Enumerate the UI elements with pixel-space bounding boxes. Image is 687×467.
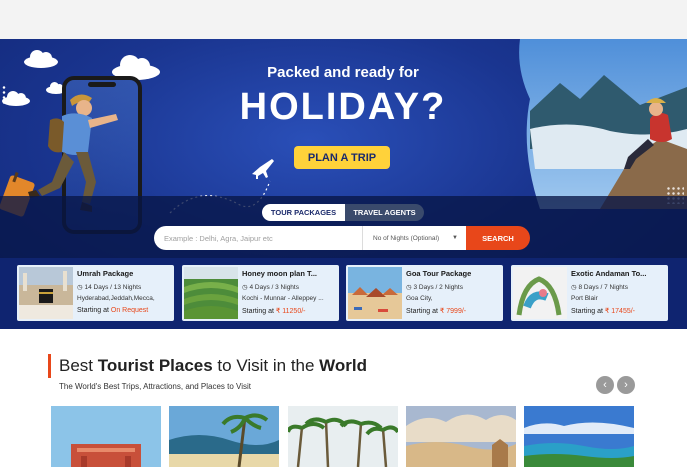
package-duration: ◷ 8 Days / 7 Nights [571, 283, 665, 291]
package-thumbnail [513, 267, 567, 319]
package-duration-text: 8 Days / 7 Nights [578, 284, 628, 291]
package-places: Hyderabad,Jeddah,Mecca, [77, 295, 155, 302]
chevron-left-icon[interactable]: ‹ [596, 376, 614, 394]
nights-dropdown-label: No of Nights (Optional) [373, 234, 440, 242]
section-title-part: to Visit in the [212, 356, 320, 375]
section-title-bold: World [319, 356, 368, 375]
place-card[interactable] [406, 406, 516, 467]
package-places: Port Blair [571, 295, 598, 302]
package-thumbnail [348, 267, 402, 319]
price-prefix: Starting at [406, 308, 438, 315]
package-card-honeymoon[interactable]: Honey moon plan T... ◷ 4 Days / 3 Nights… [182, 265, 339, 321]
chevron-right-icon[interactable]: › [617, 376, 635, 394]
top-bar [0, 0, 687, 39]
destination-search-input[interactable] [154, 226, 362, 250]
package-title: Honey moon plan T... [242, 269, 318, 278]
package-price: Starting at ₹ 11250/- [242, 307, 336, 315]
package-duration: ◷ 4 Days / 3 Nights [242, 283, 336, 291]
section-subtitle: The World's Best Trips, Attractions, and… [59, 382, 251, 391]
package-places: Kochi - Munnar - Alleppey ... [242, 295, 324, 302]
package-card-andaman[interactable]: Exotic Andaman To... ◷ 8 Days / 7 Nights… [511, 265, 668, 321]
package-places: Goa City, [406, 295, 433, 302]
caret-down-icon: ▼ [452, 235, 458, 241]
package-duration: ◷ 14 Days / 13 Nights [77, 283, 171, 291]
package-card-goa[interactable]: Goa Tour Package ◷ 3 Days / 2 Nights Goa… [346, 265, 503, 321]
price-prefix: Starting at [242, 308, 274, 315]
section-accent-bar [48, 354, 51, 378]
package-price: Starting at ₹ 7999/- [406, 307, 500, 315]
package-thumbnail [184, 267, 238, 319]
search-button[interactable]: SEARCH [466, 226, 530, 250]
cloud-decoration [24, 50, 58, 68]
place-card[interactable] [51, 406, 161, 467]
tab-tour-packages[interactable]: TOUR PACKAGES [262, 204, 345, 221]
section-title-part: Best [59, 356, 98, 375]
price-value: ₹ 7999/- [439, 308, 467, 315]
package-duration-text: 4 Days / 3 Nights [249, 284, 299, 291]
package-duration-text: 14 Days / 13 Nights [84, 284, 142, 291]
package-duration: ◷ 3 Days / 2 Nights [406, 283, 500, 291]
package-title: Goa Tour Package [406, 269, 472, 278]
hero-heading: HOLIDAY? [239, 86, 447, 128]
search-form: No of Nights (Optional) ▼ SEARCH [154, 226, 530, 250]
place-card[interactable] [169, 406, 279, 467]
package-card-umrah[interactable]: Umrah Package ◷ 14 Days / 13 Nights Hyde… [17, 265, 174, 321]
hero-subheading: Packed and ready for [267, 64, 419, 81]
price-prefix: Starting at [571, 308, 603, 315]
page: Packed and ready for HOLIDAY? PLAN A TRI… [0, 0, 687, 467]
plan-a-trip-button[interactable]: PLAN A TRIP [294, 146, 390, 169]
package-title: Umrah Package [77, 269, 134, 278]
section-title: Best Tourist Places to Visit in the Worl… [59, 356, 367, 376]
section-title-bold: Tourist Places [97, 356, 213, 375]
price-value: ₹ 17455/- [604, 308, 636, 315]
package-thumbnail [19, 267, 73, 319]
package-price: Starting at On Request [77, 307, 171, 314]
package-title: Exotic Andaman To... [571, 269, 647, 278]
tab-travel-agents[interactable]: TRAVEL AGENTS [345, 204, 424, 221]
nights-dropdown[interactable]: No of Nights (Optional) ▼ [362, 226, 466, 250]
place-card[interactable] [288, 406, 398, 467]
search-tabs: TOUR PACKAGES TRAVEL AGENTS [262, 204, 424, 221]
price-value: On Request [110, 307, 149, 314]
place-card[interactable] [524, 406, 634, 467]
price-value: ₹ 11250/- [275, 308, 306, 315]
package-price: Starting at ₹ 17455/- [571, 307, 665, 315]
price-prefix: Starting at [77, 307, 109, 314]
package-duration-text: 3 Days / 2 Nights [413, 284, 463, 291]
mountain-hiker-illustration [519, 39, 687, 209]
